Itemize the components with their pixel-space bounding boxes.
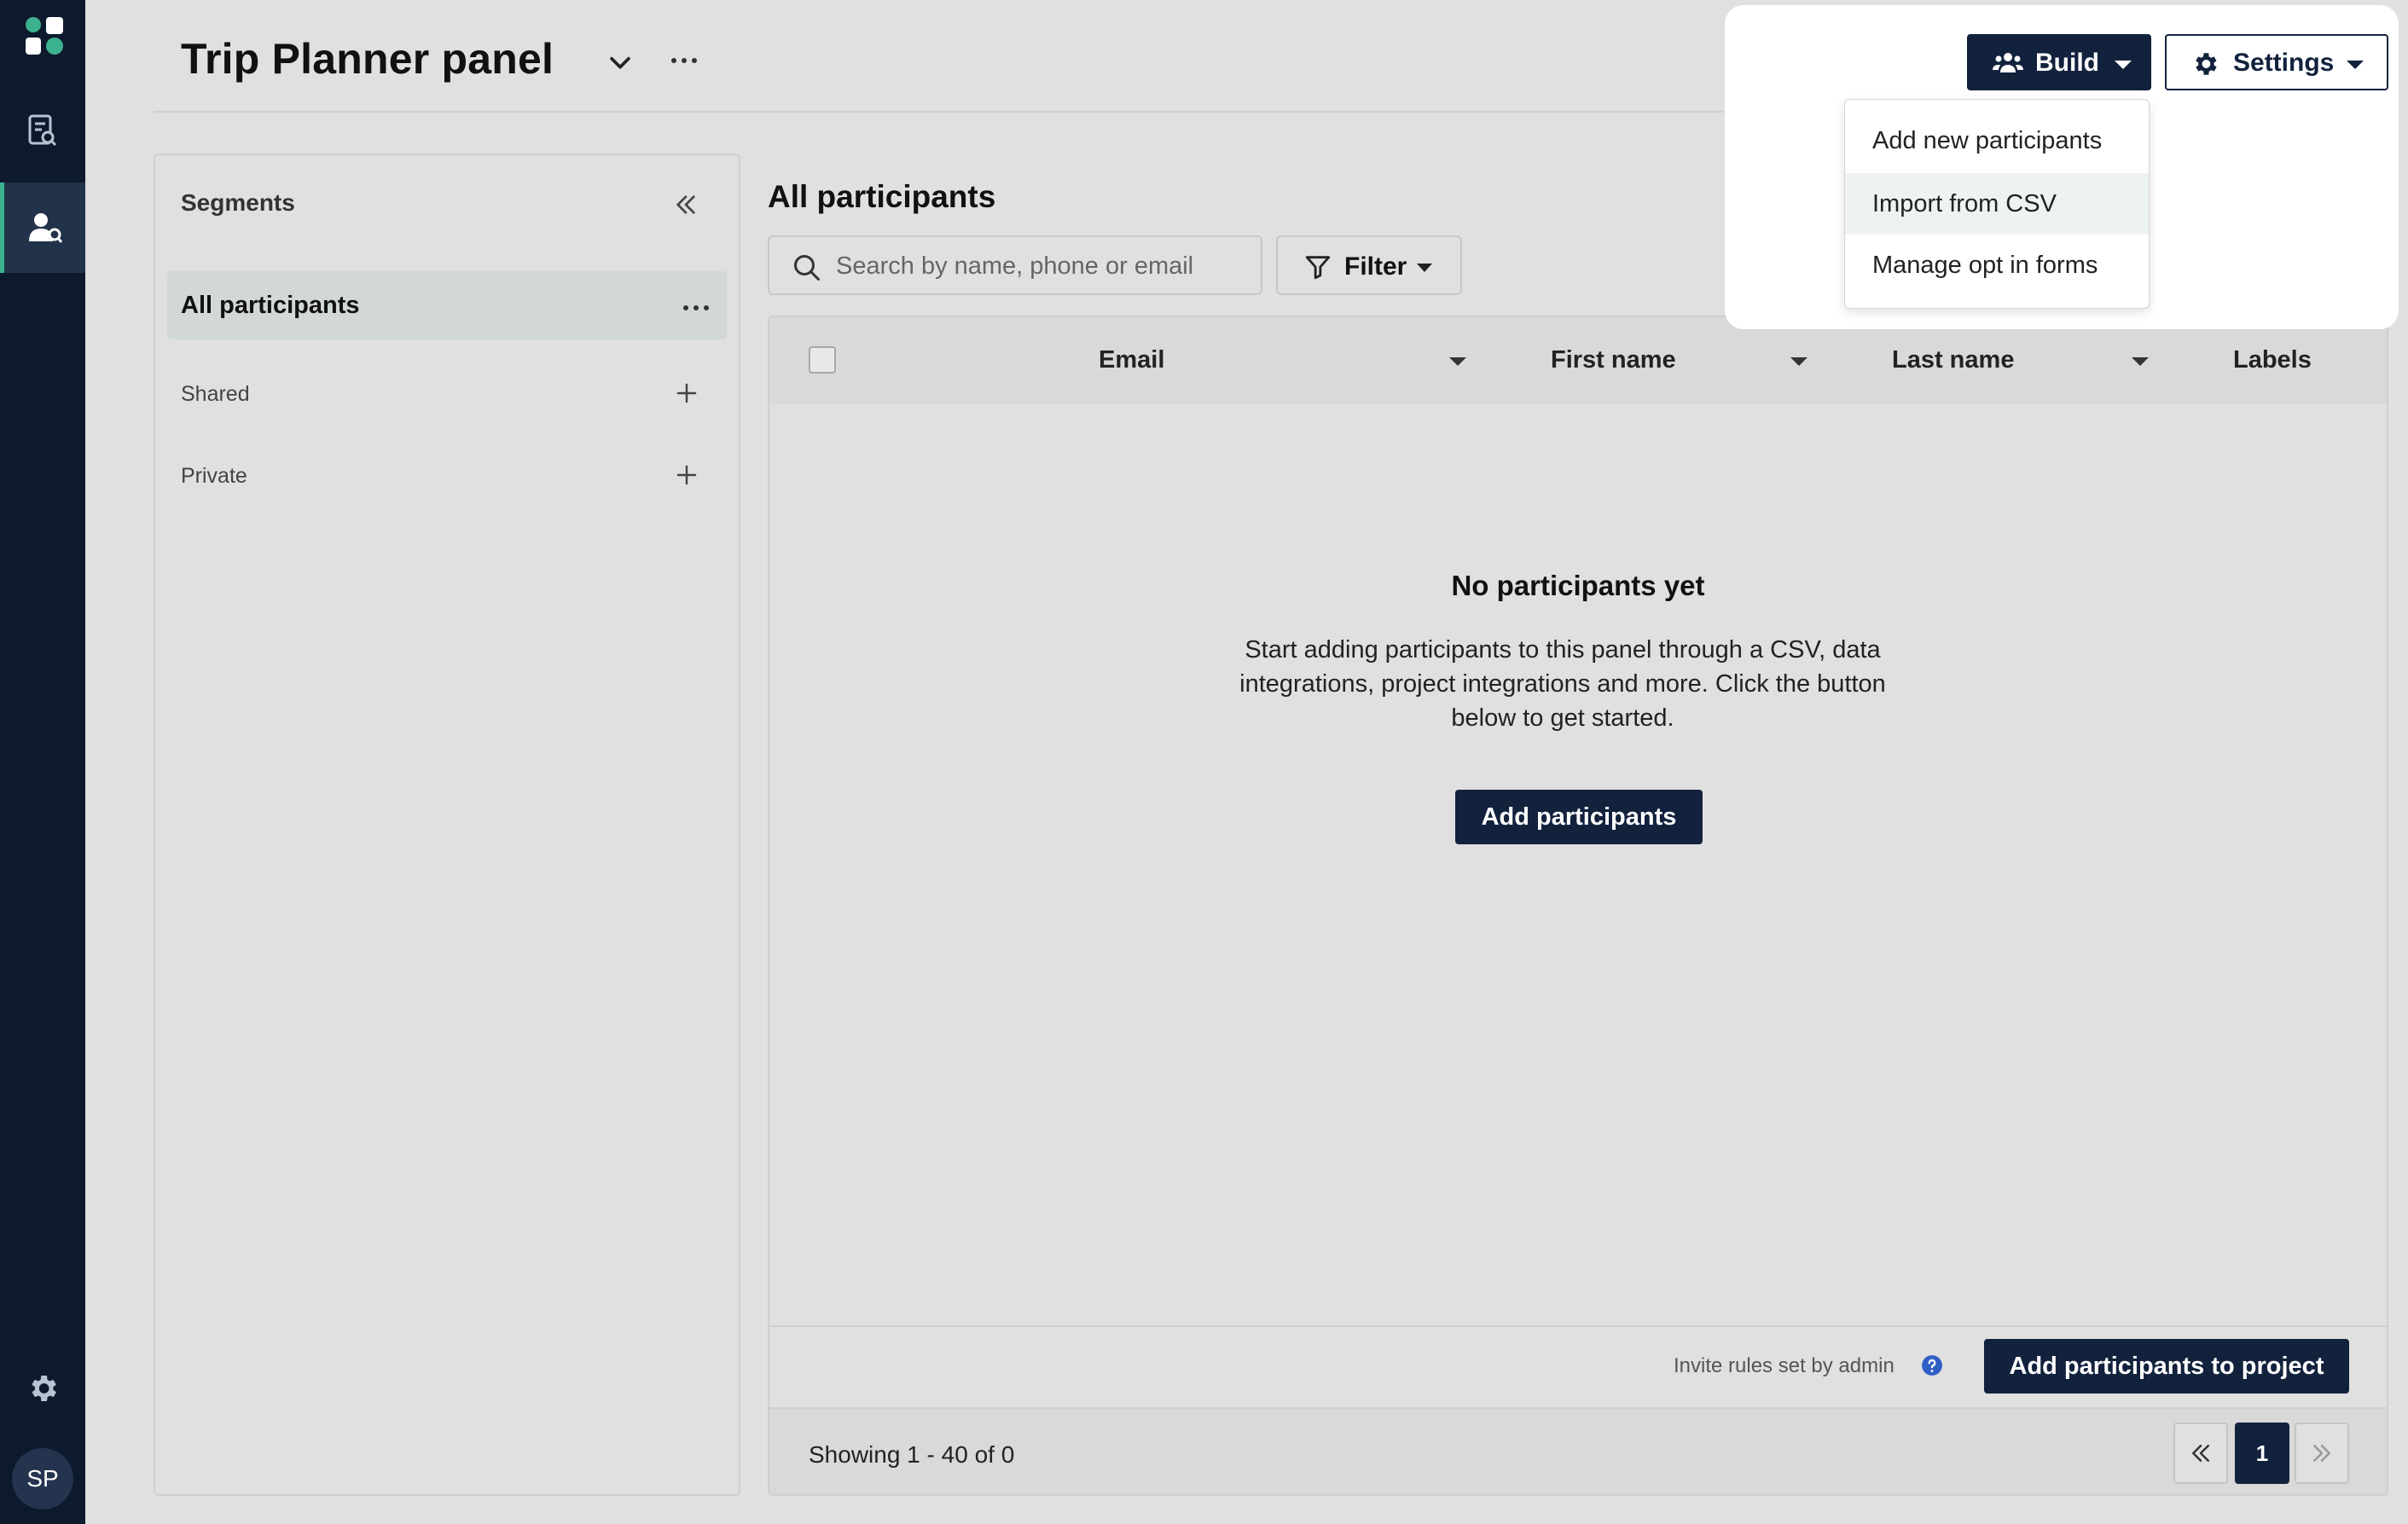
- menu-item-manage-opt-in-forms[interactable]: Manage opt in forms: [1845, 235, 2149, 296]
- help-icon[interactable]: [1921, 1354, 1943, 1376]
- segment-all-label: All participants: [181, 292, 360, 319]
- table-header: Email First name Last name Labels: [769, 317, 2387, 404]
- add-private-segment-icon[interactable]: [674, 462, 699, 488]
- segment-private-heading: Private: [181, 464, 247, 488]
- settings-button[interactable]: Settings: [2165, 34, 2388, 90]
- build-dropdown-menu: Add new participants Import from CSV Man…: [1844, 99, 2150, 309]
- build-button[interactable]: Build: [1967, 34, 2151, 90]
- collapse-double-chevron-icon[interactable]: [672, 191, 699, 218]
- search-box: [768, 235, 1262, 295]
- column-header-email[interactable]: Email: [1099, 346, 1164, 374]
- pagination-bar: Showing 1 - 40 of 0 1: [769, 1407, 2387, 1494]
- more-options-icon[interactable]: [682, 304, 710, 312]
- page-title: Trip Planner panel: [181, 35, 554, 83]
- user-search-icon: [28, 213, 62, 243]
- segments-panel: Segments All participants Shared Private: [154, 154, 740, 1496]
- search-input[interactable]: [836, 247, 1245, 285]
- filter-funnel-icon: [1305, 256, 1331, 280]
- footer-divider: [769, 1325, 2387, 1327]
- caret-down-icon: [1417, 264, 1432, 272]
- document-search-icon: [28, 114, 57, 147]
- double-chevron-left-icon: [2192, 1445, 2209, 1462]
- menu-item-import-from-csv[interactable]: Import from CSV: [1845, 173, 2149, 235]
- column-header-labels[interactable]: Labels: [2233, 346, 2312, 374]
- main-title: All participants: [768, 179, 996, 214]
- select-all-checkbox[interactable]: [809, 346, 836, 374]
- left-rail: SP: [0, 0, 85, 1524]
- filter-button[interactable]: Filter: [1276, 235, 1462, 295]
- first-page-button[interactable]: [2173, 1423, 2228, 1484]
- last-page-button[interactable]: [2295, 1423, 2349, 1484]
- app-logo-icon[interactable]: [24, 15, 65, 56]
- participants-table: Email First name Last name Labels No par…: [768, 316, 2388, 1496]
- gear-icon[interactable]: [26, 1371, 60, 1405]
- segment-all-participants[interactable]: All participants: [167, 271, 727, 339]
- sort-caret-icon[interactable]: [2131, 356, 2150, 367]
- double-chevron-right-icon: [2313, 1445, 2330, 1462]
- sort-caret-icon[interactable]: [1790, 356, 1808, 367]
- avatar[interactable]: SP: [12, 1448, 73, 1510]
- nav-participants[interactable]: [0, 183, 85, 273]
- nav-surveys[interactable]: [0, 85, 85, 176]
- gear-icon: [2196, 53, 2217, 75]
- column-header-first-name[interactable]: First name: [1551, 346, 1676, 374]
- caret-down-icon: [2347, 61, 2364, 69]
- empty-state-text: Start adding participants to this panel …: [1239, 636, 1886, 732]
- more-options-icon[interactable]: [670, 56, 698, 65]
- build-label: Build: [2035, 49, 2099, 77]
- sort-caret-icon[interactable]: [1448, 356, 1467, 367]
- segment-shared-heading: Shared: [181, 382, 250, 406]
- column-header-last-name[interactable]: Last name: [1892, 346, 2014, 374]
- search-icon: [794, 255, 820, 281]
- add-shared-segment-icon[interactable]: [674, 380, 699, 406]
- caret-down-icon: [2115, 61, 2132, 69]
- filter-label: Filter: [1344, 252, 1407, 281]
- users-group-icon: [1993, 53, 2023, 72]
- menu-item-add-new-participants[interactable]: Add new participants: [1845, 110, 2149, 171]
- invite-rules-text: Invite rules set by admin: [1674, 1354, 1894, 1377]
- segments-title: Segments: [181, 189, 295, 216]
- empty-state-title: No participants yet: [1451, 570, 1705, 601]
- chevron-down-icon[interactable]: [606, 48, 635, 77]
- settings-label: Settings: [2233, 49, 2335, 77]
- showing-count: Showing 1 - 40 of 0: [809, 1441, 1015, 1468]
- page-number-button[interactable]: 1: [2235, 1423, 2289, 1484]
- add-participants-button[interactable]: Add participants: [1455, 790, 1703, 844]
- add-participants-to-project-button[interactable]: Add participants to project: [1984, 1339, 2349, 1394]
